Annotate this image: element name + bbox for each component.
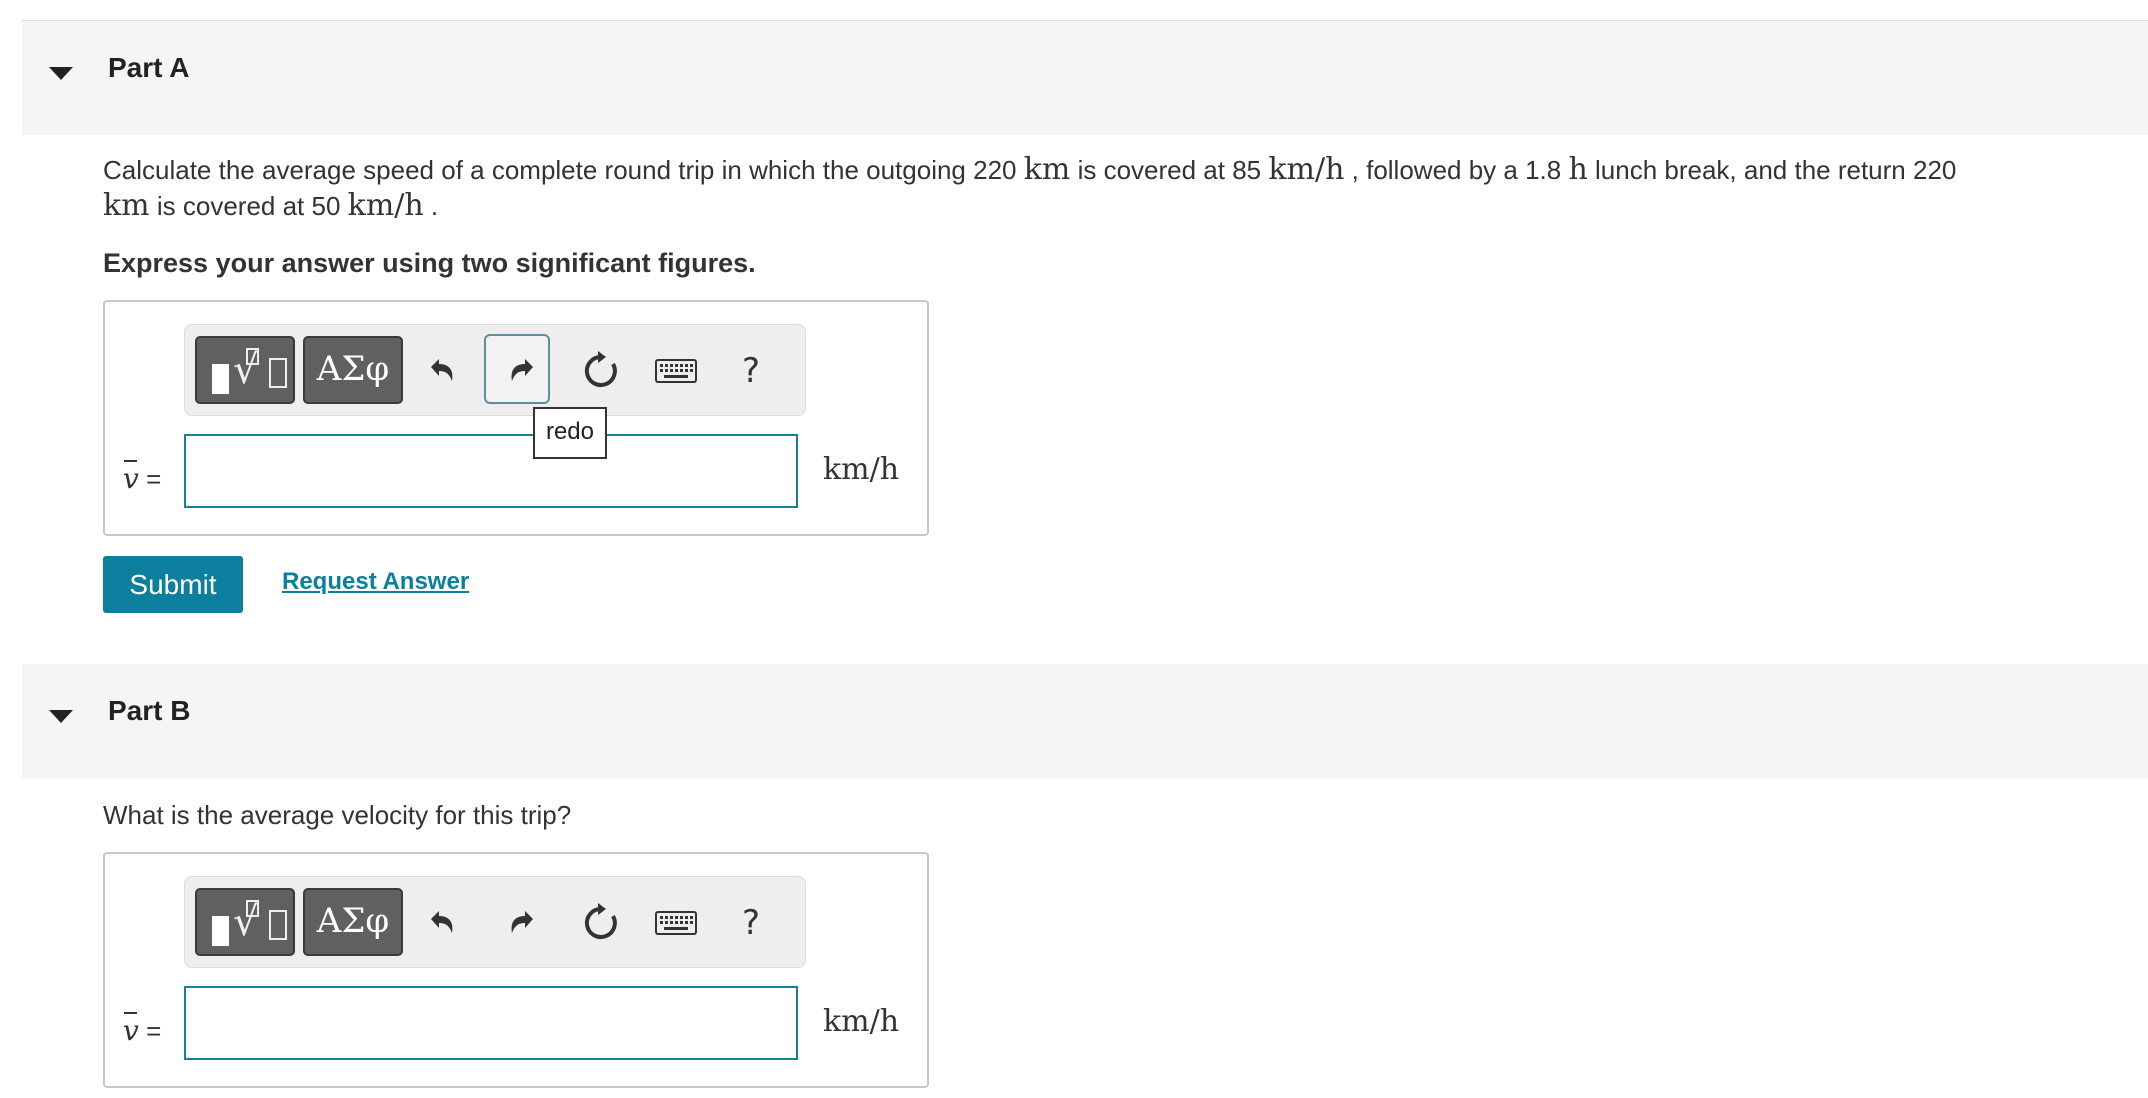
math-toolbar: √ ΑΣφ ?	[184, 876, 806, 968]
answer-unit: km/h	[823, 1004, 900, 1039]
question-text: .	[423, 191, 439, 221]
math-toolbar: √ ΑΣφ ?	[184, 324, 806, 416]
unit-h: h	[1568, 152, 1588, 187]
help-icon[interactable]: ?	[725, 345, 777, 397]
variable-label: v =	[123, 460, 162, 495]
templates-icon[interactable]: √	[195, 888, 295, 956]
equals-sign: =	[146, 464, 162, 494]
reset-icon[interactable]	[575, 897, 627, 949]
unit-km: km	[1023, 152, 1071, 187]
collapse-caret-icon[interactable]	[49, 67, 73, 80]
unit-km-per-h: km/h	[347, 188, 424, 223]
reset-icon[interactable]	[575, 345, 627, 397]
help-icon[interactable]: ?	[725, 897, 777, 949]
unit-km: km	[103, 188, 150, 223]
keyboard-icon[interactable]	[650, 897, 702, 949]
part-b-answer-box: √ ΑΣφ ? v = km/h	[103, 852, 929, 1088]
question-text: Calculate the average speed of a complet…	[103, 155, 1024, 185]
request-answer-link[interactable]: Request Answer	[282, 568, 469, 596]
keyboard-icon[interactable]	[650, 345, 702, 397]
part-b-title: Part B	[108, 695, 191, 726]
collapse-caret-icon[interactable]	[49, 710, 73, 723]
variable-symbol: v	[123, 1014, 139, 1047]
greek-letters-icon[interactable]: ΑΣφ	[303, 336, 403, 404]
unit-km-per-h: km/h	[1268, 152, 1345, 187]
undo-icon[interactable]	[417, 345, 469, 397]
part-a-header[interactable]: Part A	[22, 21, 2148, 135]
redo-tooltip: redo	[533, 407, 607, 459]
question-text: is covered at 50	[149, 191, 348, 221]
answer-input[interactable]	[184, 434, 798, 508]
greek-letters-icon[interactable]: ΑΣφ	[303, 888, 403, 956]
part-a-title: Part A	[108, 52, 190, 83]
undo-icon[interactable]	[417, 897, 469, 949]
part-a-instruction: Express your answer using two significan…	[103, 248, 756, 278]
question-text: is covered at 85	[1070, 155, 1269, 185]
part-b-header[interactable]: Part B	[22, 664, 2148, 778]
equals-sign: =	[146, 1016, 162, 1046]
variable-symbol: v	[123, 462, 139, 495]
answer-unit: km/h	[823, 452, 900, 487]
part-a-question: Calculate the average speed of a complet…	[103, 152, 2003, 224]
question-text: lunch break, and the return 220	[1587, 155, 1957, 185]
part-b-question: What is the average velocity for this tr…	[103, 800, 572, 830]
question-text: , followed by a 1.8	[1344, 155, 1569, 185]
variable-label: v =	[123, 1012, 162, 1047]
part-a-answer-box: √ ΑΣφ ? redo v = km/h	[103, 300, 929, 536]
redo-icon[interactable]	[495, 897, 547, 949]
redo-icon[interactable]	[495, 345, 547, 397]
submit-button[interactable]: Submit	[103, 556, 243, 613]
templates-icon[interactable]: √	[195, 336, 295, 404]
answer-input[interactable]	[184, 986, 798, 1060]
